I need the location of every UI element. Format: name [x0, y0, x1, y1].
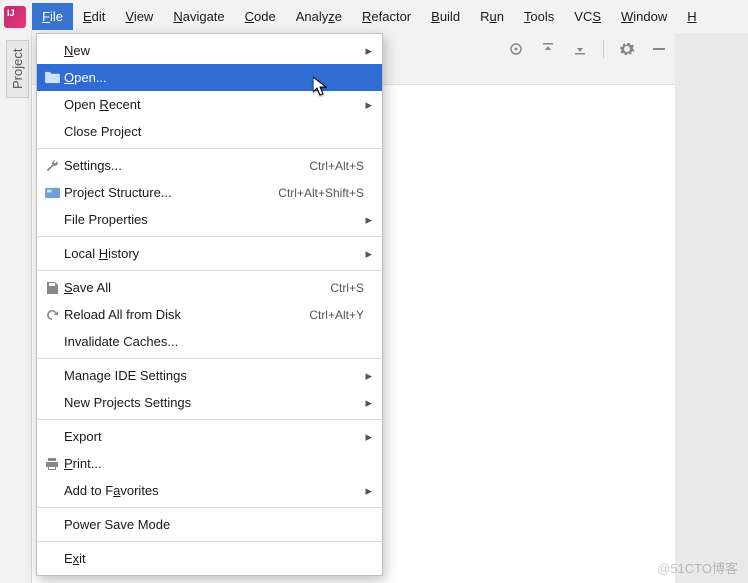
menu-entry-label: Save All	[64, 280, 320, 295]
menu-item[interactable]: Run	[470, 3, 514, 30]
menu-entry-label: Print...	[64, 456, 364, 471]
target-icon[interactable]	[507, 40, 525, 58]
wrench-icon	[42, 159, 62, 173]
menu-entry-label: New Projects Settings	[64, 395, 364, 410]
menu-item[interactable]: Refactor	[352, 3, 421, 30]
menu-entry-label: Project Structure...	[64, 185, 268, 200]
menu-item[interactable]: Window	[611, 3, 677, 30]
menu-entry-label: Reload All from Disk	[64, 307, 299, 322]
minimize-icon[interactable]	[650, 40, 668, 58]
separator	[37, 236, 382, 237]
menu-entry[interactable]: Power Save Mode	[37, 511, 382, 538]
menu-item[interactable]: Tools	[514, 3, 564, 30]
menu-item[interactable]: VCS	[564, 3, 611, 30]
menu-entry[interactable]: Print...	[37, 450, 382, 477]
shortcut-label: Ctrl+S	[330, 281, 364, 295]
menu-item[interactable]: Edit	[73, 3, 115, 30]
menu-entry[interactable]: Reload All from Disk Ctrl+Alt+Y	[37, 301, 382, 328]
menu-entry-label: Open Recent	[64, 97, 364, 112]
menu-entry[interactable]: Manage IDE Settings▸	[37, 362, 382, 389]
submenu-arrow-icon: ▸	[364, 368, 372, 384]
menu-item[interactable]: Build	[421, 3, 470, 30]
menu-entry[interactable]: Open...	[37, 64, 382, 91]
menu-entry-label: Exit	[64, 551, 364, 566]
menu-item[interactable]: Navigate	[163, 3, 234, 30]
file-menu-dropdown: New▸Open...Open Recent▸Close ProjectSett…	[36, 33, 383, 576]
menu-entry-label: Power Save Mode	[64, 517, 364, 532]
menu-item[interactable]: File	[32, 3, 73, 30]
menu-entry[interactable]: Exit	[37, 545, 382, 572]
menu-entry-label: File Properties	[64, 212, 364, 227]
submenu-arrow-icon: ▸	[364, 483, 372, 499]
menu-entry[interactable]: Save All Ctrl+S	[37, 274, 382, 301]
separator	[37, 507, 382, 508]
project-icon	[42, 186, 62, 199]
submenu-arrow-icon: ▸	[364, 212, 372, 228]
menu-entry-label: New	[64, 43, 364, 58]
left-gutter: Project	[0, 33, 32, 583]
menu-item[interactable]: View	[115, 3, 163, 30]
shortcut-label: Ctrl+Alt+S	[309, 159, 364, 173]
menu-entry[interactable]: Export▸	[37, 423, 382, 450]
menu-entry[interactable]: Project Structure... Ctrl+Alt+Shift+S	[37, 179, 382, 206]
watermark: @51CTO博客	[657, 558, 738, 577]
separator	[37, 419, 382, 420]
reload-icon	[42, 308, 62, 322]
folder-icon	[42, 71, 62, 84]
submenu-arrow-icon: ▸	[364, 97, 372, 113]
menu-item[interactable]: H	[677, 3, 706, 30]
project-tool-tab[interactable]: Project	[6, 40, 29, 98]
separator	[37, 541, 382, 542]
app-icon	[4, 6, 26, 28]
menu-entry-label: Local History	[64, 246, 364, 261]
menu-entry[interactable]: Invalidate Caches...	[37, 328, 382, 355]
shortcut-label: Ctrl+Alt+Shift+S	[278, 186, 364, 200]
divider	[603, 40, 604, 58]
separator	[37, 148, 382, 149]
menu-entry-label: Add to Favorites	[64, 483, 364, 498]
submenu-arrow-icon: ▸	[364, 43, 372, 59]
menu-entry[interactable]: Close Project	[37, 118, 382, 145]
menu-entry[interactable]: File Properties▸	[37, 206, 382, 233]
shortcut-label: Ctrl+Alt+Y	[309, 308, 364, 322]
menu-entry[interactable]: New Projects Settings▸	[37, 389, 382, 416]
print-icon	[42, 457, 62, 471]
menu-entry-label: Export	[64, 429, 364, 444]
menu-entry-label: Manage IDE Settings	[64, 368, 364, 383]
collapse-icon[interactable]	[571, 40, 589, 58]
menu-entry-label: Open...	[64, 70, 364, 85]
menu-entry[interactable]: Local History▸	[37, 240, 382, 267]
submenu-arrow-icon: ▸	[364, 246, 372, 262]
menu-entry[interactable]: Open Recent▸	[37, 91, 382, 118]
menu-item[interactable]: Code	[235, 3, 286, 30]
menu-item[interactable]: Analyze	[286, 3, 352, 30]
right-gutter	[675, 33, 748, 583]
menu-entry[interactable]: Add to Favorites▸	[37, 477, 382, 504]
menu-entry-label: Settings...	[64, 158, 299, 173]
toolbar-right	[507, 40, 668, 58]
menubar: FileEditViewNavigateCodeAnalyzeRefactorB…	[0, 0, 748, 33]
separator	[37, 270, 382, 271]
separator	[37, 358, 382, 359]
menu-entry-label: Close Project	[64, 124, 364, 139]
submenu-arrow-icon: ▸	[364, 395, 372, 411]
gear-icon[interactable]	[618, 40, 636, 58]
menu-entry-label: Invalidate Caches...	[64, 334, 364, 349]
expand-icon[interactable]	[539, 40, 557, 58]
menu-entry[interactable]: Settings... Ctrl+Alt+S	[37, 152, 382, 179]
save-icon	[42, 281, 62, 295]
submenu-arrow-icon: ▸	[364, 429, 372, 445]
menu-entry[interactable]: New▸	[37, 37, 382, 64]
